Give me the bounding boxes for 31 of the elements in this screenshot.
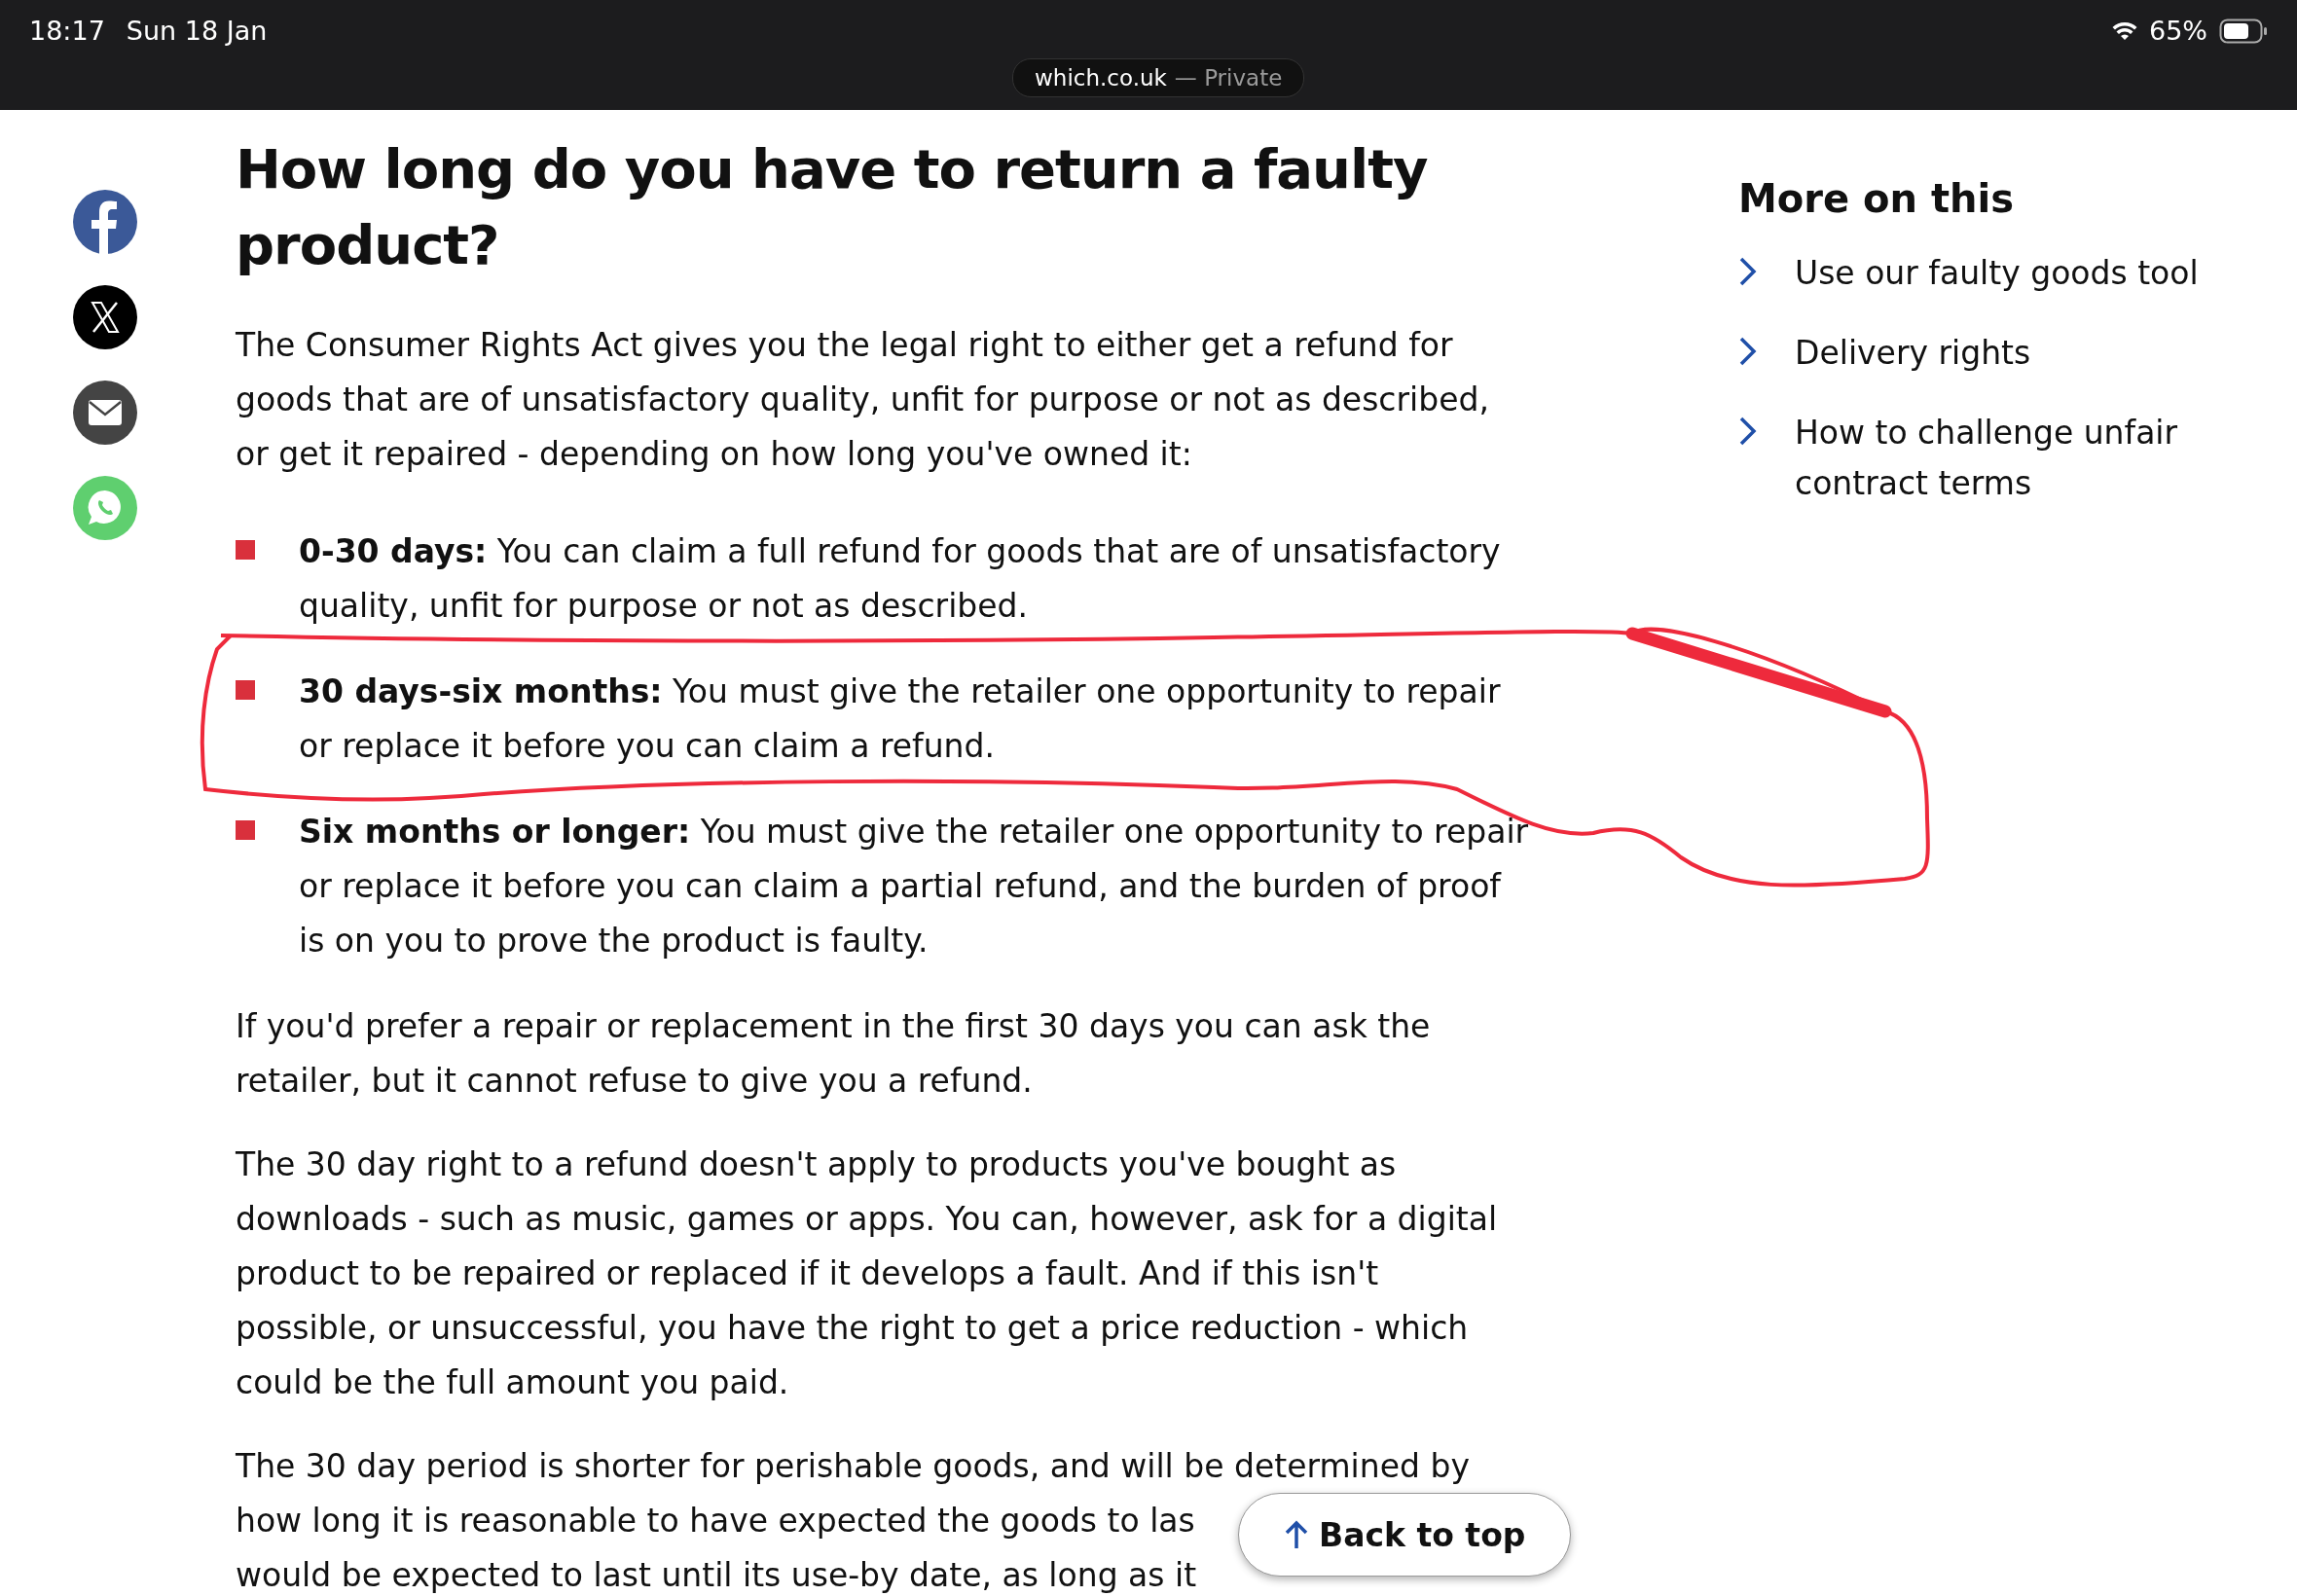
battery-percent: 65%: [2149, 16, 2207, 46]
bullet-square: [236, 820, 255, 840]
x-icon[interactable]: [73, 285, 137, 349]
intro-paragraph: The Consumer Rights Act gives you the legal right to either get a refund for goods that are of unsatisfactory quality, unfit for purpose or not as described, or get it repaired - depending on how long you've owned it:: [236, 325, 1490, 475]
status-time: 18:17: [29, 16, 105, 46]
bullet-square: [236, 680, 255, 700]
chevron-icon: [1738, 336, 1758, 367]
bullet-text: Six months or longer: You must give the retailer one opportunity to repair or replace it before you can claim a partial refund, and the burden of proof is on you to prove the product is faulty.: [299, 812, 1530, 961]
status-date: Sun 18 Jan: [126, 16, 268, 46]
chevron-icon: [1738, 416, 1758, 447]
bullet-text: 30 days-six months: You must give the retailer one opportunity to repair or replace it before you can claim a refund.: [299, 671, 1502, 767]
bullet-square: [236, 540, 255, 560]
sidebar-link[interactable]: How to challenge unfair contract terms: [1738, 408, 2283, 509]
paragraph-line: how long it is reasonable to have expected the goods to las: [236, 1501, 1195, 1542]
sidebar-link[interactable]: Use our faulty goods tool: [1738, 248, 2283, 299]
paragraph-line: would be expected to last until its use-by date, as long as it: [236, 1555, 1197, 1596]
paragraph-line: The 30 day period is shorter for perishable goods, and will be determined by: [236, 1446, 1470, 1487]
bullet-text: 0-30 days: You can claim a full refund for goods that are of unsatisfactory quality, unfit for purpose or not as described.: [299, 531, 1502, 627]
wifi-icon: [2112, 20, 2137, 41]
article-title: How long do you have to return a faulty product?: [236, 136, 1429, 278]
article-paragraph: If you'd prefer a repair or replacement in the first 30 days you can ask the retailer, but it cannot refuse to give you a refund.: [236, 1006, 1432, 1102]
facebook-icon[interactable]: [73, 190, 137, 254]
arrow-up-icon: [1284, 1520, 1309, 1549]
chevron-icon: [1738, 256, 1758, 287]
article-paragraph: The 30 day right to a refund doesn't apply to products you've bought as downloads - such as music, games or apps. You can, however, ask for a digital product to be repaired or replaced if it develops a fault. And if this isn't possible, or unsuccessful, you have the right to get a price reduction - which could be the full amount you paid.: [236, 1144, 1499, 1403]
sidebar-title: More on this: [1738, 176, 2016, 221]
battery-icon: [2219, 18, 2268, 44]
address-bar[interactable]: which.co.uk — Private: [1012, 58, 1305, 97]
sidebar-link[interactable]: Delivery rights: [1738, 328, 2283, 379]
email-icon[interactable]: [73, 381, 137, 445]
back-to-top-button[interactable]: Back to top: [1238, 1493, 1572, 1577]
